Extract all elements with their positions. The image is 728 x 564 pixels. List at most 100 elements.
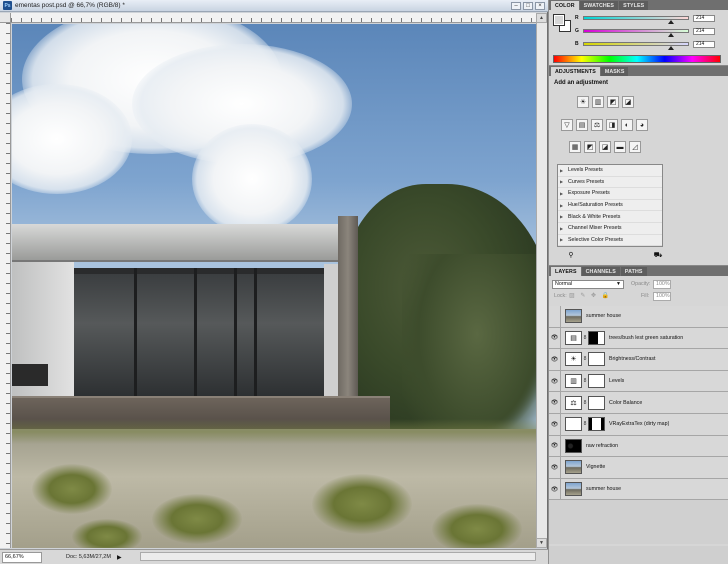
layer-name[interactable]: Color Balance — [609, 400, 642, 406]
layer-name[interactable]: Vignette — [586, 464, 605, 470]
selective-color-icon[interactable]: ◿ — [629, 141, 641, 153]
tab-swatches[interactable]: SWATCHES — [579, 1, 619, 10]
color-balance-icon[interactable]: ⚖ — [591, 119, 603, 131]
gradient-map-icon[interactable]: ▬ — [614, 141, 626, 153]
preset-item[interactable]: ▶ Hue/Saturation Presets — [558, 199, 662, 212]
visibility-eye-icon[interactable]: 👁 — [549, 370, 561, 392]
adjustment-layer-icon[interactable]: ☀ — [565, 352, 582, 367]
visibility-eye-icon[interactable]: 👁 — [549, 392, 561, 414]
hue-saturation-icon[interactable]: ▤ — [576, 119, 588, 131]
layer-row[interactable]: 👁 ⚖ 8 Color Balance — [549, 392, 728, 414]
adjustment-layer-icon[interactable]: ▥ — [565, 374, 582, 389]
layer-mask-thumbnail[interactable] — [588, 330, 605, 345]
visibility-eye-icon[interactable]: 👁 — [549, 327, 561, 349]
posterize-icon[interactable]: ◩ — [584, 141, 596, 153]
layer-row[interactable]: 👁 Vignette — [549, 456, 728, 479]
curves-icon[interactable]: ◩ — [607, 96, 619, 108]
red-value-field[interactable]: 214 — [693, 14, 715, 22]
opacity-field[interactable]: 100% — [653, 280, 671, 289]
expand-arrow-icon[interactable]: ▶ — [560, 179, 566, 184]
layer-row[interactable]: 👁 raw refraction — [549, 435, 728, 458]
expand-arrow-icon[interactable]: ▶ — [560, 203, 566, 208]
color-spectrum-bar[interactable] — [553, 55, 721, 63]
layer-row[interactable]: 👁 ▤ 8 trees/bush lest green saturation — [549, 327, 728, 350]
expand-arrow-icon[interactable]: ▶ — [560, 226, 566, 231]
layer-name[interactable]: Levels — [609, 378, 624, 384]
layer-thumbnail[interactable] — [565, 417, 582, 432]
close-button[interactable]: × — [535, 2, 545, 10]
visibility-eye-icon[interactable]: 👁 — [549, 413, 561, 435]
layer-mask-thumbnail[interactable] — [588, 395, 605, 410]
foreground-color-swatch[interactable] — [553, 14, 565, 26]
tab-masks[interactable]: MASKS — [600, 67, 629, 76]
blue-slider-track[interactable] — [583, 42, 689, 50]
scroll-up-button[interactable]: ▲ — [536, 13, 547, 23]
vibrance-icon[interactable]: ▽ — [561, 119, 573, 131]
slider-thumb[interactable] — [668, 20, 675, 24]
layer-row[interactable]: 👁 ☀ 8 Brightness/Contrast — [549, 348, 728, 371]
layer-mask-thumbnail[interactable] — [588, 417, 605, 432]
adjustment-layer-icon[interactable]: ⚖ — [565, 395, 582, 410]
visibility-eye-icon[interactable]: 👁 — [549, 348, 561, 370]
document-titlebar[interactable]: Ps ementas post.psd @ 66,7% (RGB/8) * – … — [0, 0, 548, 12]
ruler-origin[interactable] — [0, 13, 11, 23]
preset-item[interactable]: ▶ Curves Presets — [558, 176, 662, 189]
status-menu-arrow-icon[interactable]: ▶ — [117, 554, 122, 561]
layer-mask-thumbnail[interactable] — [588, 374, 605, 389]
layer-thumbnail[interactable] — [565, 460, 582, 475]
preset-item[interactable]: ▶ Exposure Presets — [558, 188, 662, 200]
document-size-info[interactable]: Doc: 5,63M/27,2M — [66, 554, 111, 560]
tab-channels[interactable]: CHANNELS — [581, 267, 620, 276]
lock-icons[interactable]: ▨ ✎ ✥ 🔒 — [569, 292, 611, 299]
green-value-field[interactable]: 214 — [693, 27, 715, 35]
preset-item[interactable]: ▶ Selective Color Presets — [558, 234, 662, 247]
threshold-icon[interactable]: ◪ — [599, 141, 611, 153]
layer-name[interactable]: VRayExtraTex (dirty map) — [609, 421, 669, 427]
adjustment-layer-icon[interactable]: ▤ — [565, 330, 582, 345]
visibility-eye-icon[interactable]: 👁 — [549, 478, 561, 500]
channel-mixer-icon[interactable]: ◕ — [636, 119, 648, 131]
slider-thumb[interactable] — [668, 33, 675, 37]
visibility-eye-icon[interactable]: 👁 — [549, 456, 561, 478]
expand-arrow-icon[interactable]: ▶ — [560, 168, 566, 173]
layer-row[interactable]: 👁 8 VRayExtraTex (dirty map) — [549, 413, 728, 436]
tab-styles[interactable]: STYLES — [619, 1, 649, 10]
tab-color[interactable]: COLOR — [551, 1, 579, 10]
layer-thumbnail[interactable] — [565, 438, 582, 453]
photo-filter-icon[interactable]: ◐ — [621, 119, 633, 131]
invert-icon[interactable]: ▦ — [569, 141, 581, 153]
layer-name[interactable]: summer house — [586, 313, 621, 319]
truck-icon[interactable]: ⛟ — [653, 252, 663, 261]
blend-mode-select[interactable]: Normal ▼ — [552, 280, 624, 289]
layer-mask-thumbnail[interactable] — [588, 352, 605, 367]
visibility-eye-icon[interactable]: 👁 — [549, 435, 561, 457]
layer-thumbnail[interactable] — [565, 482, 582, 497]
preset-item[interactable]: ▶ Channel Mixer Presets — [558, 222, 662, 235]
blue-value-field[interactable]: 214 — [693, 40, 715, 48]
minimize-button[interactable]: – — [511, 2, 521, 10]
preset-item[interactable]: ▶ Black & White Presets — [558, 211, 662, 223]
search-icon[interactable]: ⚲ — [566, 252, 576, 261]
horizontal-scrollbar[interactable] — [140, 552, 536, 561]
expand-arrow-icon[interactable]: ▶ — [560, 237, 566, 242]
expand-arrow-icon[interactable]: ▶ — [560, 214, 566, 219]
zoom-level-field[interactable]: 66,67% — [2, 551, 42, 563]
preset-item[interactable]: ▶ Levels Presets — [558, 165, 662, 177]
layer-name[interactable]: summer house — [586, 486, 621, 492]
layer-row[interactable]: 👁 ▥ 8 Levels — [549, 370, 728, 393]
layer-name[interactable]: Brightness/Contrast — [609, 356, 656, 362]
vertical-scrollbar[interactable]: ▲ ▼ — [536, 13, 547, 548]
expand-arrow-icon[interactable]: ▶ — [560, 191, 566, 196]
layer-name[interactable]: raw refraction — [586, 443, 618, 449]
fill-field[interactable]: 100% — [653, 292, 671, 301]
layer-thumbnail[interactable] — [565, 309, 582, 324]
black-white-icon[interactable]: ◨ — [606, 119, 618, 131]
red-slider-track[interactable] — [583, 16, 689, 24]
brightness-contrast-icon[interactable]: ☀ — [577, 96, 589, 108]
visibility-eye-icon[interactable] — [549, 305, 561, 327]
image-canvas[interactable] — [12, 24, 536, 548]
tab-layers[interactable]: LAYERS — [551, 267, 581, 276]
maximize-button[interactable]: □ — [523, 2, 533, 10]
tab-paths[interactable]: PATHS — [620, 267, 647, 276]
levels-icon[interactable]: ▥ — [592, 96, 604, 108]
